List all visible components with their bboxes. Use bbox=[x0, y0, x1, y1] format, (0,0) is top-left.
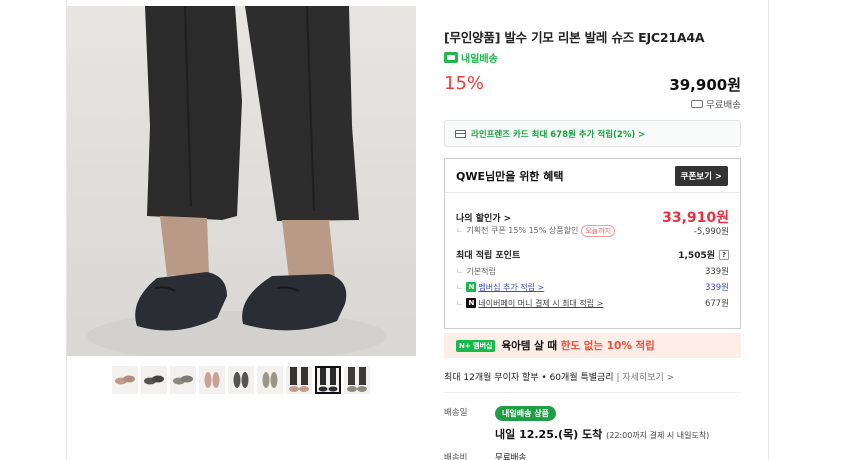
coupon-row: ㄴ 기획전 쿠폰 15% 15% 상품할인 오늘까지 -5,990원 bbox=[456, 225, 729, 237]
card-benefit-banner[interactable]: 라인프렌즈 카드 최대 678원 추가 적립(2%) > bbox=[444, 120, 741, 147]
tomorrow-delivery-pill: 내일배송 상품 bbox=[495, 406, 556, 421]
my-price-value: 33,910원 bbox=[662, 210, 729, 226]
model-legs-illustration bbox=[67, 6, 416, 356]
arrival-info: 내일 12.25.(목) 도착 (22:00까지 결제 시 내일도착) bbox=[495, 426, 709, 442]
today-only-tag: 오늘까지 bbox=[581, 225, 616, 237]
delivery-date-label: 배송일 bbox=[444, 408, 468, 418]
thumbnail-4[interactable] bbox=[199, 366, 225, 394]
membership-tag: N+ 멤버십 bbox=[456, 339, 496, 352]
membership-promo-banner[interactable]: N+ 멤버십 육아템 살 때 한도 없는 10% 적립 bbox=[444, 333, 741, 358]
naverpay-icon: N bbox=[466, 298, 477, 308]
thumbnail-8-selected[interactable] bbox=[315, 366, 341, 394]
basic-points-label: 기본적립 bbox=[466, 266, 496, 276]
member-benefit-box: QWE님만을 위한 혜택 쿠폰보기 > 나의 할인가 > 33,910원 ㄴ 기획… bbox=[444, 158, 741, 329]
thumbnail-1[interactable] bbox=[112, 366, 138, 394]
coupon-line: 기획전 쿠폰 15% 15% 상품할인 bbox=[466, 226, 579, 235]
thumbnail-5[interactable] bbox=[228, 366, 254, 394]
product-main-image[interactable] bbox=[67, 6, 416, 356]
shipping-label: 무료배송 bbox=[706, 100, 741, 111]
today-delivery-label: 내일배송 bbox=[461, 54, 498, 65]
membership-points-value: 339원 bbox=[704, 283, 729, 293]
benefit-header: QWE님만을 위한 혜택 쿠폰보기 > bbox=[445, 159, 740, 193]
basic-points-value: 339원 bbox=[704, 267, 729, 277]
thumbnail-9[interactable] bbox=[344, 366, 370, 394]
naverpay-points-row: ㄴ N 네이버페이 머니 결제 시 최대 적립 > 677원 bbox=[456, 298, 729, 309]
section-divider bbox=[444, 392, 741, 393]
product-price: 39,900원 bbox=[669, 76, 741, 94]
truck-icon bbox=[691, 100, 704, 108]
naverpay-points-value: 677원 bbox=[704, 299, 729, 309]
installment-text: 최대 12개월 무이자 할부 • 60개월 특별금리 bbox=[444, 373, 614, 383]
membership-points-link[interactable]: 멤버십 추가 적립 > bbox=[478, 283, 544, 292]
naverpay-points-link[interactable]: 네이버페이 머니 결제 시 최대 적립 > bbox=[478, 299, 603, 308]
promo-highlight: 한도 없는 10% 적립 bbox=[560, 340, 655, 352]
product-title: [무인양품] 발수 기모 리본 발레 슈즈 EJC21A4A bbox=[444, 30, 705, 45]
installment-more-link[interactable]: 자세히보기 > bbox=[622, 373, 674, 383]
points-row: 최대 적립 포인트 1,505원? bbox=[456, 248, 729, 261]
arrival-note: (22:00까지 결제 시 내일도착) bbox=[606, 431, 710, 440]
points-value: 1,505원 bbox=[678, 251, 715, 261]
card-benefit-text: 라인프렌즈 카드 최대 678원 추가 적립(2%) > bbox=[471, 129, 646, 140]
installment-info: 최대 12개월 무이자 할부 • 60개월 특별금리 | 자세히보기 > bbox=[444, 373, 675, 383]
discount-rate: 15% bbox=[444, 73, 485, 94]
delivery-truck-icon bbox=[444, 52, 458, 63]
benefit-title: QWE님만을 위한 혜택 bbox=[456, 169, 564, 183]
shipping-fee-value: 무료배송 bbox=[495, 453, 527, 460]
arrival-date: 내일 12.25.(목) 도착 bbox=[495, 428, 603, 441]
thumbnail-2[interactable] bbox=[141, 366, 167, 394]
thumbnail-6[interactable] bbox=[257, 366, 283, 394]
view-coupon-button[interactable]: 쿠폰보기 > bbox=[674, 165, 728, 186]
thumbnail-strip bbox=[112, 366, 370, 394]
shipping-fee-label: 배송비 bbox=[444, 453, 468, 460]
today-delivery-badge: 내일배송 bbox=[444, 50, 498, 65]
my-price-row: 나의 할인가 > 33,910원 bbox=[456, 207, 729, 227]
points-label: 최대 적립 포인트 bbox=[456, 251, 521, 261]
help-icon[interactable]: ? bbox=[719, 249, 729, 260]
membership-points-row: ㄴ N 멤버십 추가 적립 > 339원 bbox=[456, 282, 729, 293]
thumbnail-3[interactable] bbox=[170, 366, 196, 394]
naver-plus-icon: N bbox=[466, 282, 477, 292]
credit-card-icon bbox=[455, 129, 466, 138]
shipping-info: 무료배송 bbox=[691, 97, 741, 111]
thumbnail-7[interactable] bbox=[286, 366, 312, 394]
promo-text: 육아템 살 때 bbox=[501, 340, 561, 352]
basic-points-row: ㄴ 기본적립 339원 bbox=[456, 266, 729, 278]
coupon-amount: -5,990원 bbox=[693, 227, 729, 237]
page-border-right bbox=[768, 0, 769, 460]
my-price-label[interactable]: 나의 할인가 > bbox=[456, 211, 511, 224]
